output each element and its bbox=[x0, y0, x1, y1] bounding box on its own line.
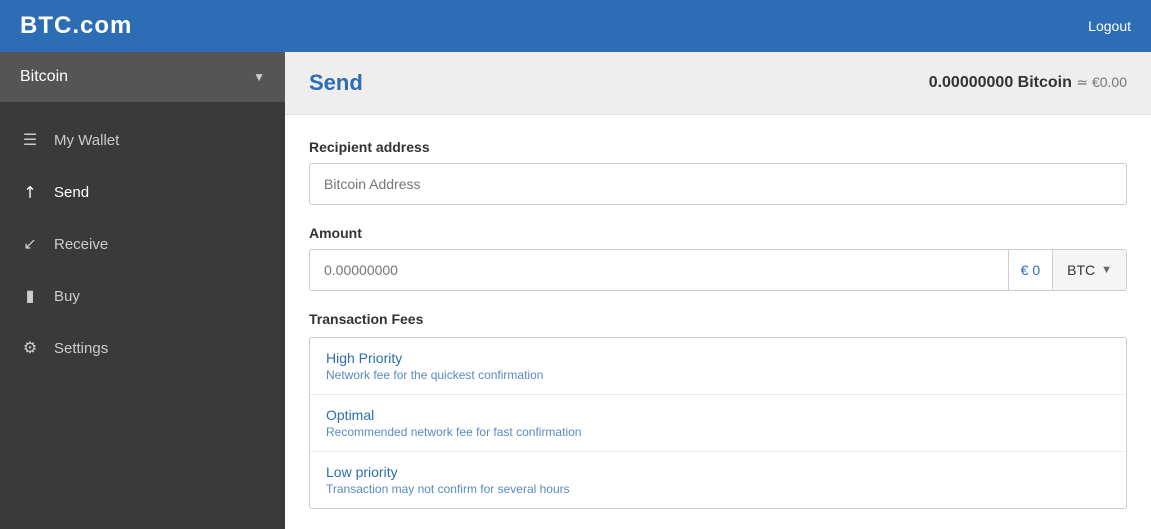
fees-label: Transaction Fees bbox=[309, 311, 1127, 327]
sidebar-item-label: Receive bbox=[54, 236, 108, 253]
main-layout: Bitcoin ▼ ☰ My Wallet ↗ Send ↙ Receive ▮… bbox=[0, 52, 1151, 529]
currency-dropdown[interactable]: Bitcoin ▼ bbox=[0, 52, 285, 102]
fee-high-priority[interactable]: High Priority Network fee for the quicke… bbox=[310, 338, 1126, 395]
sidebar-nav: ☰ My Wallet ↗ Send ↙ Receive ▮ Buy ⚙ Set… bbox=[0, 110, 285, 374]
sidebar-item-label: Buy bbox=[54, 288, 80, 305]
currency-dropdown-label: Bitcoin bbox=[20, 68, 68, 86]
fee-optimal-title: Optimal bbox=[326, 407, 1110, 423]
wallet-icon: ☰ bbox=[20, 130, 40, 150]
amount-row: € 0 BTC ▼ bbox=[309, 249, 1127, 291]
send-form: Recipient address Amount € 0 BTC ▼ Trans… bbox=[285, 115, 1151, 529]
fee-low-priority-desc: Transaction may not confirm for several … bbox=[326, 482, 1110, 496]
fee-optimal[interactable]: Optimal Recommended network fee for fast… bbox=[310, 395, 1126, 452]
settings-icon: ⚙ bbox=[20, 338, 40, 358]
sidebar-item-label: Settings bbox=[54, 340, 108, 357]
recipient-input[interactable] bbox=[309, 163, 1127, 205]
sidebar-item-send[interactable]: ↗ Send bbox=[0, 166, 285, 218]
main-content: Send 0.00000000 Bitcoin ≃ €0.00 Recipien… bbox=[285, 52, 1151, 529]
sidebar-item-buy[interactable]: ▮ Buy bbox=[0, 270, 285, 322]
fees-box: High Priority Network fee for the quicke… bbox=[309, 337, 1127, 509]
send-balance: 0.00000000 Bitcoin ≃ €0.00 bbox=[929, 74, 1127, 92]
app-logo: BTC.com bbox=[20, 12, 132, 40]
amount-euro-label: € 0 bbox=[1008, 250, 1052, 290]
chevron-down-icon: ▼ bbox=[1101, 264, 1112, 276]
currency-label: BTC bbox=[1067, 262, 1095, 278]
fee-low-priority[interactable]: Low priority Transaction may not confirm… bbox=[310, 452, 1126, 508]
btc-balance: 0.00000000 Bitcoin bbox=[929, 74, 1072, 91]
send-title: Send bbox=[309, 70, 363, 96]
amount-input[interactable] bbox=[310, 250, 1008, 290]
sidebar-item-my-wallet[interactable]: ☰ My Wallet bbox=[0, 114, 285, 166]
sidebar-item-settings[interactable]: ⚙ Settings bbox=[0, 322, 285, 374]
recipient-group: Recipient address bbox=[309, 139, 1127, 205]
sidebar-item-receive[interactable]: ↙ Receive bbox=[0, 218, 285, 270]
currency-selector[interactable]: BTC ▼ bbox=[1052, 250, 1126, 290]
app-header: BTC.com Logout bbox=[0, 0, 1151, 52]
fee-high-priority-title: High Priority bbox=[326, 350, 1110, 366]
sidebar-item-label: Send bbox=[54, 184, 89, 201]
eur-balance: ≃ €0.00 bbox=[1076, 74, 1127, 90]
logout-button[interactable]: Logout bbox=[1088, 18, 1131, 34]
amount-group: Amount € 0 BTC ▼ bbox=[309, 225, 1127, 291]
fees-section: Transaction Fees High Priority Network f… bbox=[309, 311, 1127, 509]
recipient-label: Recipient address bbox=[309, 139, 1127, 155]
fee-high-priority-desc: Network fee for the quickest confirmatio… bbox=[326, 368, 1110, 382]
send-icon: ↗ bbox=[16, 178, 44, 206]
send-header: Send 0.00000000 Bitcoin ≃ €0.00 bbox=[285, 52, 1151, 115]
receive-icon: ↙ bbox=[20, 234, 40, 254]
sidebar-item-label: My Wallet bbox=[54, 132, 119, 149]
chevron-down-icon: ▼ bbox=[253, 70, 265, 84]
fee-low-priority-title: Low priority bbox=[326, 464, 1110, 480]
sidebar: Bitcoin ▼ ☰ My Wallet ↗ Send ↙ Receive ▮… bbox=[0, 52, 285, 529]
fee-optimal-desc: Recommended network fee for fast confirm… bbox=[326, 425, 1110, 439]
buy-icon: ▮ bbox=[20, 286, 40, 306]
amount-label: Amount bbox=[309, 225, 1127, 241]
